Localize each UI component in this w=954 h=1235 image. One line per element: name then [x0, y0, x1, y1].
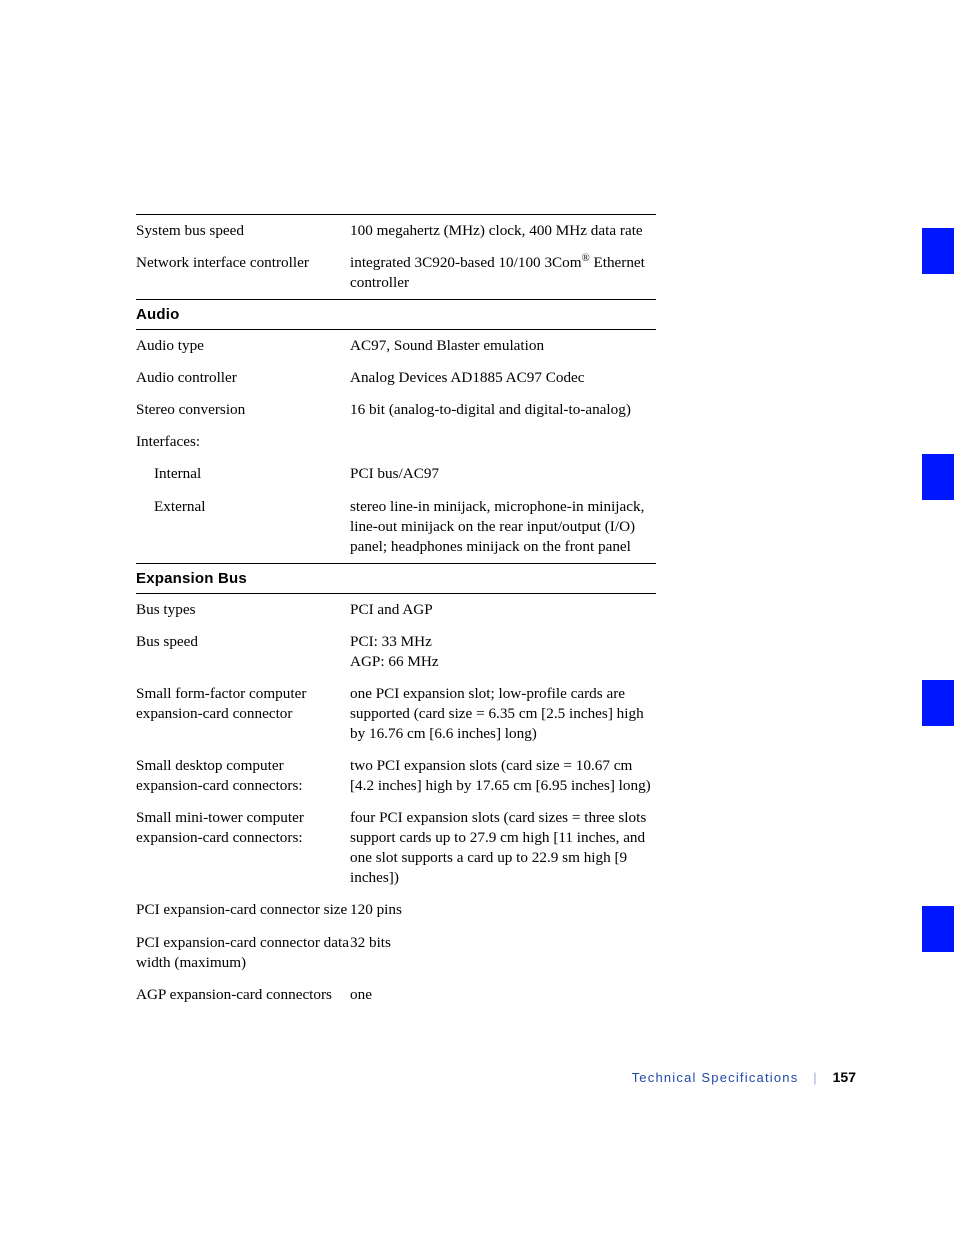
page-footer: Technical Specifications | 157: [136, 1069, 856, 1085]
spec-value: integrated 3C920-based 10/100 3Com® Ethe…: [350, 247, 656, 299]
table-row: Bus speedPCI: 33 MHzAGP: 66 MHz: [136, 626, 656, 678]
spec-value: four PCI expansion slots (card sizes = t…: [350, 802, 656, 894]
spec-table-expansion-bus: Bus typesPCI and AGPBus speedPCI: 33 MHz…: [136, 594, 656, 1011]
spec-label: Bus speed: [136, 626, 350, 678]
table-row: Small mini-tower computer expansion-card…: [136, 802, 656, 894]
side-tab-2: [922, 454, 954, 500]
spec-value: AC97, Sound Blaster emulation: [350, 330, 656, 362]
table-row: Bus typesPCI and AGP: [136, 594, 656, 626]
table-row: Network interface controllerintegrated 3…: [136, 247, 656, 299]
side-tab-3: [922, 680, 954, 726]
spec-value: PCI: 33 MHzAGP: 66 MHz: [350, 626, 656, 678]
spec-label: Small mini-tower computer expansion-card…: [136, 802, 350, 894]
side-tab-1: [922, 228, 954, 274]
table-row: InternalPCI bus/AC97: [136, 458, 656, 490]
section-heading-expansion-bus: Expansion Bus: [136, 564, 656, 593]
table-row: AGP expansion-card connectorsone: [136, 979, 656, 1011]
table-row: Stereo conversion16 bit (analog-to-digit…: [136, 394, 656, 426]
spec-label: Audio type: [136, 330, 350, 362]
spec-label: Stereo conversion: [136, 394, 350, 426]
side-tab-4: [922, 906, 954, 952]
spec-table-system: System bus speed100 megahertz (MHz) cloc…: [136, 215, 656, 299]
spec-value: PCI bus/AC97: [350, 458, 656, 490]
spec-label: AGP expansion-card connectors: [136, 979, 350, 1011]
footer-title: Technical Specifications: [632, 1070, 799, 1085]
table-row: System bus speed100 megahertz (MHz) cloc…: [136, 215, 656, 247]
table-row: Small form-factor computer expansion-car…: [136, 678, 656, 750]
spec-value: 16 bit (analog-to-digital and digital-to…: [350, 394, 656, 426]
spec-label: Small form-factor computer expansion-car…: [136, 678, 350, 750]
page-number: 157: [833, 1069, 856, 1085]
spec-value: 100 megahertz (MHz) clock, 400 MHz data …: [350, 215, 656, 247]
spec-value: one: [350, 979, 656, 1011]
spec-table-audio: Audio typeAC97, Sound Blaster emulationA…: [136, 330, 656, 563]
spec-value: Analog Devices AD1885 AC97 Codec: [350, 362, 656, 394]
table-row: PCI expansion-card connector data width …: [136, 927, 656, 979]
spec-label: Small desktop computer expansion-card co…: [136, 750, 350, 802]
spec-label: PCI expansion-card connector data width …: [136, 927, 350, 979]
spec-value: 120 pins: [350, 894, 656, 926]
section-heading-audio: Audio: [136, 300, 656, 329]
table-row: Externalstereo line-in minijack, microph…: [136, 491, 656, 563]
spec-label: External: [136, 491, 350, 563]
spec-value: PCI and AGP: [350, 594, 656, 626]
spec-label: PCI expansion-card connector size: [136, 894, 350, 926]
table-row: PCI expansion-card connector size120 pin…: [136, 894, 656, 926]
spec-label: Audio controller: [136, 362, 350, 394]
footer-separator: |: [803, 1070, 828, 1085]
spec-label: Bus types: [136, 594, 350, 626]
page: System bus speed100 megahertz (MHz) cloc…: [0, 0, 954, 1235]
spec-value: [350, 426, 656, 458]
spec-label: System bus speed: [136, 215, 350, 247]
spec-label: Interfaces:: [136, 426, 350, 458]
table-row: Small desktop computer expansion-card co…: [136, 750, 656, 802]
table-row: Audio controllerAnalog Devices AD1885 AC…: [136, 362, 656, 394]
spec-value: 32 bits: [350, 927, 656, 979]
spec-value: stereo line-in minijack, microphone-in m…: [350, 491, 656, 563]
spec-label: Internal: [136, 458, 350, 490]
spec-label: Network interface controller: [136, 247, 350, 299]
table-row: Audio typeAC97, Sound Blaster emulation: [136, 330, 656, 362]
table-row: Interfaces:: [136, 426, 656, 458]
spec-value: two PCI expansion slots (card size = 10.…: [350, 750, 656, 802]
content-area: System bus speed100 megahertz (MHz) cloc…: [136, 214, 656, 1011]
spec-value: one PCI expansion slot; low-profile card…: [350, 678, 656, 750]
